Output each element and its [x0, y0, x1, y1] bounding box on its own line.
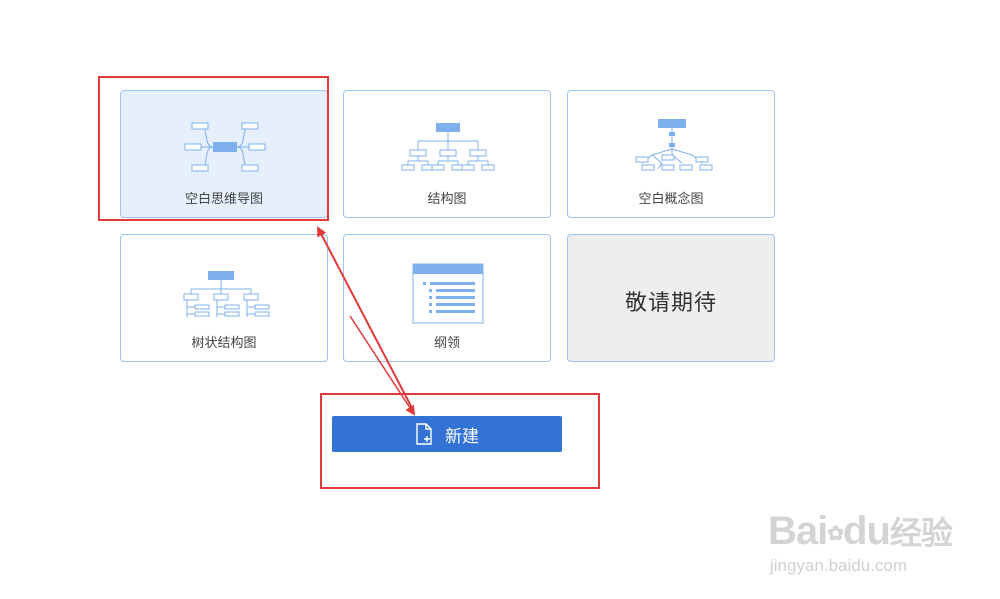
new-button-label: 新建 [445, 426, 479, 447]
template-blank-mindmap[interactable]: 空白思维导图 [120, 90, 328, 218]
template-coming-soon: 敬请期待 [567, 234, 775, 362]
template-outline[interactable]: 纲领 [343, 234, 551, 362]
watermark-url: jingyan.baidu.com [770, 556, 908, 575]
new-button[interactable]: 新建 [332, 416, 562, 452]
template-label: 纲领 [433, 336, 460, 351]
template-label: 结构图 [427, 192, 467, 207]
template-label: 树状结构图 [191, 336, 257, 351]
baidu-jingyan-watermark: Bai✿du经验 [768, 509, 953, 553]
new-file-icon [416, 423, 432, 445]
template-concept-map[interactable]: 空白概念图 [567, 90, 775, 218]
template-label: 空白思维导图 [184, 192, 263, 207]
template-tree-chart[interactable]: 树状结构图 [120, 234, 328, 362]
paw-icon: ✿ [827, 522, 844, 545]
coming-soon-text: 敬请期待 [624, 291, 717, 316]
template-structure-chart[interactable]: 结构图 [343, 90, 551, 218]
template-label: 空白概念图 [638, 192, 704, 207]
